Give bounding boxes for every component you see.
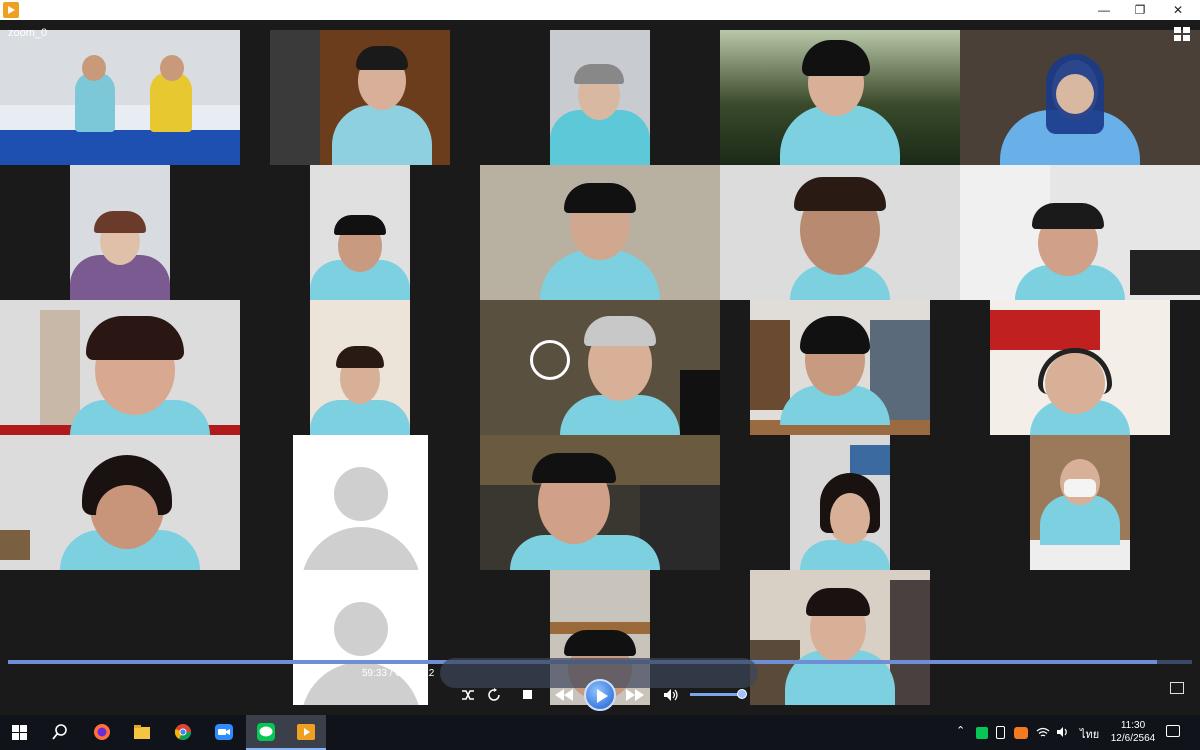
participant-tile-no-video	[293, 435, 428, 570]
participant-tile	[310, 165, 410, 300]
zoom-icon	[215, 724, 233, 740]
taskbar-line[interactable]	[246, 715, 286, 750]
speaker-icon[interactable]	[1056, 726, 1070, 738]
clock-date: 12/6/2564	[1110, 733, 1156, 744]
clock-time: 11:30	[1120, 720, 1146, 731]
taskbar-file-explorer[interactable]	[122, 715, 162, 750]
maximize-button[interactable]: ❐	[1122, 0, 1158, 20]
file-explorer-icon	[134, 725, 150, 739]
avatar-placeholder-icon	[333, 467, 388, 521]
search-icon	[52, 724, 67, 740]
wifi-icon[interactable]	[1036, 726, 1050, 738]
participant-tile	[960, 30, 1200, 165]
tray-overflow-icon[interactable]: ⌃	[956, 724, 965, 737]
shuffle-icon[interactable]	[461, 688, 475, 702]
minimize-button[interactable]: —	[1086, 0, 1122, 20]
taskbar-firefox[interactable]	[82, 715, 122, 750]
participant-tile-no-video	[293, 570, 428, 705]
participant-tile	[0, 30, 240, 165]
participant-tile	[1030, 435, 1130, 570]
line-icon	[257, 723, 275, 741]
video-viewport[interactable]: zoom_0	[0, 20, 1200, 715]
participant-tile	[750, 570, 930, 705]
chrome-icon	[174, 724, 192, 741]
input-language[interactable]: ไทย	[1080, 725, 1099, 743]
participant-tile	[790, 435, 890, 570]
participant-tile	[480, 165, 720, 300]
previous-icon[interactable]	[555, 689, 573, 701]
participant-tile	[480, 435, 720, 570]
close-icon: ✕	[1172, 3, 1184, 17]
search-button[interactable]	[40, 715, 80, 750]
maximize-icon: ❐	[1134, 3, 1146, 17]
system-clock[interactable]: 11:30 12/6/2564	[1108, 719, 1158, 745]
participant-tile	[720, 30, 960, 165]
participant-tile	[70, 165, 170, 300]
volume-icon[interactable]	[663, 688, 679, 702]
taskbar-media-player[interactable]	[286, 715, 326, 750]
start-button[interactable]	[0, 715, 40, 750]
participant-tile	[990, 300, 1170, 435]
participant-tile	[0, 435, 240, 570]
windows-taskbar: ⌃ ไทย 11:30 12/6/2564	[0, 715, 1200, 750]
taskbar-chrome[interactable]	[163, 715, 203, 750]
participant-tile	[720, 165, 960, 300]
play-icon[interactable]	[584, 679, 616, 711]
participant-tile	[0, 300, 240, 435]
participant-tile	[960, 165, 1200, 300]
usb-icon[interactable]	[996, 726, 1005, 739]
media-player-icon	[3, 2, 19, 18]
participant-tile	[270, 30, 450, 165]
participant-tile	[750, 300, 930, 435]
fullscreen-icon[interactable]	[1170, 682, 1184, 694]
tray-app-icon[interactable]	[1014, 727, 1028, 739]
stop-icon[interactable]	[523, 690, 532, 699]
avatar-placeholder-icon	[333, 602, 388, 656]
participant-tile	[550, 30, 650, 165]
tray-line-icon[interactable]	[976, 727, 988, 739]
minimize-icon: —	[1098, 3, 1110, 17]
next-icon[interactable]	[626, 689, 644, 701]
gallery-view-icon[interactable]	[1174, 27, 1190, 41]
taskbar-zoom[interactable]	[204, 715, 244, 750]
participant-tile	[480, 300, 720, 435]
repeat-icon[interactable]	[487, 688, 501, 702]
participant-tile	[310, 300, 410, 435]
windows-start-icon	[12, 725, 27, 740]
notification-icon[interactable]	[1166, 725, 1180, 737]
time-readout: 59:33 / 01:01:22	[362, 668, 435, 679]
close-button[interactable]: ✕	[1160, 0, 1196, 20]
window-titlebar: — ❐ ✕	[0, 0, 1200, 20]
media-player-icon	[297, 724, 315, 740]
video-title: zoom_0	[8, 27, 48, 39]
firefox-icon	[94, 724, 110, 740]
